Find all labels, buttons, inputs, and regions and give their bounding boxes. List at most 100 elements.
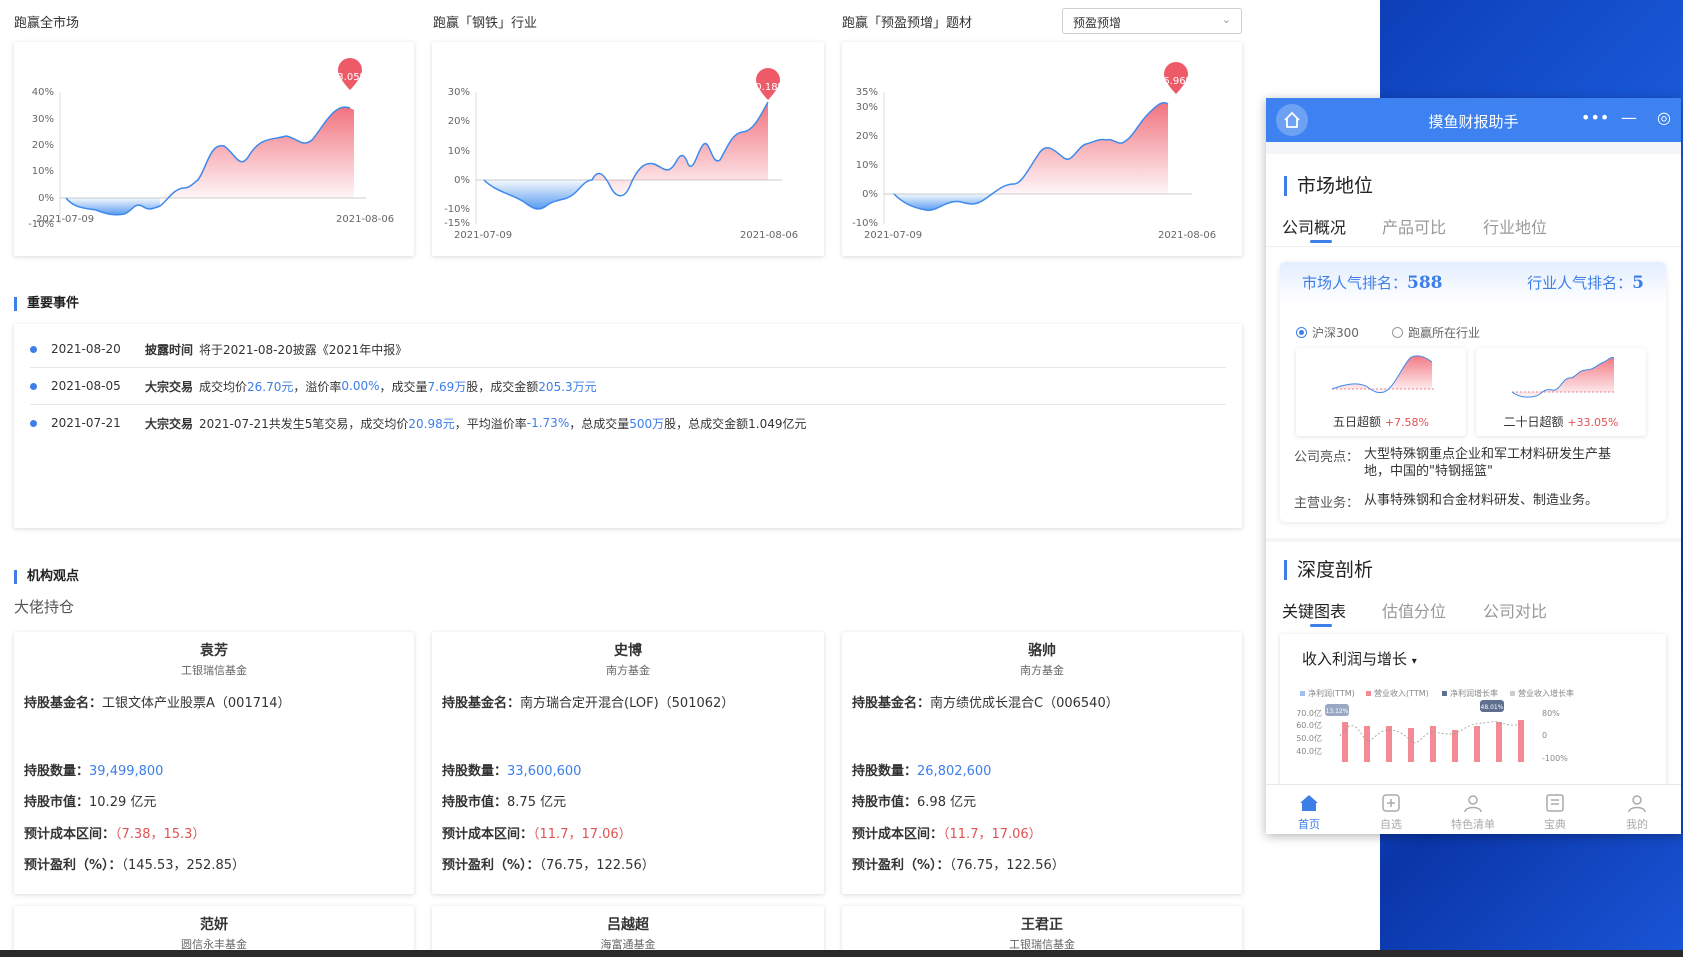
holder-name: 王君正 bbox=[1021, 917, 1063, 933]
field-label: 持股市值： bbox=[442, 795, 508, 810]
more-button[interactable]: ••• bbox=[1581, 108, 1610, 132]
field-label: 预计成本区间： bbox=[24, 827, 116, 842]
nav-home[interactable]: 首页 bbox=[1274, 791, 1344, 832]
event-value: -1.73% bbox=[526, 416, 570, 430]
bar bbox=[1518, 720, 1524, 762]
y-tick: 20% bbox=[32, 140, 54, 151]
bar bbox=[1364, 726, 1370, 762]
y-tick: 40% bbox=[32, 87, 54, 98]
market-heading: 市场地位 bbox=[1284, 176, 1373, 196]
nav-watchlist[interactable]: 自选 bbox=[1356, 791, 1426, 832]
tab-valuation[interactable]: 估值分位 bbox=[1382, 598, 1446, 622]
highlight-label: 公司亮点： bbox=[1294, 450, 1360, 465]
nav-special-list[interactable]: 特色清单 bbox=[1438, 791, 1508, 832]
event-text: ，总成交量 bbox=[569, 416, 630, 431]
holder-value: 6.98 亿元 bbox=[917, 795, 977, 810]
institutions-heading: 机构观点 bbox=[14, 570, 79, 584]
tab-product-compare[interactable]: 产品可比 bbox=[1382, 214, 1446, 238]
area bbox=[1512, 357, 1614, 398]
holder-name: 骆帅 bbox=[1028, 643, 1056, 659]
nav-label: 自选 bbox=[1380, 818, 1402, 831]
y-tick: 0% bbox=[454, 175, 470, 186]
y-tick: 70.0亿 bbox=[1296, 708, 1322, 718]
more-icon: ••• bbox=[1581, 108, 1610, 127]
profile-icon bbox=[1602, 791, 1672, 815]
event-row[interactable]: 2021-08-20 披露时间 将于2021-08-20披露《2021年中报》 bbox=[30, 332, 1226, 366]
market-rank-value: 588 bbox=[1407, 273, 1443, 293]
legend-item: 净利润增长率 bbox=[1442, 688, 1498, 699]
target-icon: ◎ bbox=[1657, 108, 1671, 127]
event-row[interactable]: 2021-08-05 大宗交易 成交均价 26.70元 ，溢价率 0.00% ，成交量 7… bbox=[30, 369, 1226, 403]
y-tick: 0% bbox=[38, 193, 54, 204]
key-chart-svg: 70.0亿 60.0亿 50.0亿 40.0亿 80% 0 -100% 13.1… bbox=[1296, 700, 1568, 763]
tab-company-compare[interactable]: 公司对比 bbox=[1483, 598, 1547, 622]
event-value: 20.98元 bbox=[408, 416, 455, 431]
minimize-icon: — bbox=[1621, 108, 1637, 127]
nav-guide[interactable]: 宝典 bbox=[1520, 791, 1590, 832]
holder-fund: 南方绩优成长混合C（006540） bbox=[930, 696, 1119, 711]
holder-card: 骆帅 南方基金 持股基金名：南方绩优成长混合C（006540） 持股数量：26,… bbox=[842, 632, 1242, 894]
bullet-icon bbox=[30, 382, 37, 390]
holder-profit: （76.75，122.56） bbox=[539, 858, 655, 873]
bar bbox=[1408, 728, 1414, 762]
legend-label: 营业收入增长率 bbox=[1518, 689, 1574, 698]
event-text: 股，成交金额 bbox=[466, 379, 539, 394]
event-type: 大宗交易 bbox=[145, 379, 194, 394]
events-heading: 重要事件 bbox=[14, 297, 79, 311]
field-label: 预计盈利（%）： bbox=[24, 858, 122, 873]
holder-name: 袁芳 bbox=[200, 643, 228, 659]
event-text: 成交均价 bbox=[199, 379, 248, 394]
bottom-nav: 首页 自选 特色清单 宝典 我的 bbox=[1266, 784, 1681, 834]
holder-value: 8.75 亿元 bbox=[507, 795, 567, 810]
tab-industry-position[interactable]: 行业地位 bbox=[1483, 214, 1547, 238]
taskbar-edge bbox=[0, 950, 1683, 957]
y-tick: 60.0亿 bbox=[1296, 720, 1322, 730]
legend-swatch bbox=[1510, 691, 1515, 696]
tooltip-value: 48.01% bbox=[1481, 704, 1504, 711]
event-row[interactable]: 2021-07-21 大宗交易 2021-07-21共发生5笔交易，成交均价 20… bbox=[30, 406, 1226, 440]
mini-chart-20d[interactable]: 二十日超额 +33.05% bbox=[1476, 348, 1646, 436]
caret-down-icon: ▾ bbox=[1411, 656, 1417, 667]
y-tick: 10% bbox=[448, 146, 470, 157]
tab-key-charts[interactable]: 关键图表 bbox=[1282, 598, 1346, 622]
tab-indicator bbox=[1310, 624, 1332, 627]
radio-checked-icon bbox=[1296, 327, 1307, 338]
app-titlebar: 摸鱼财报助手 ••• — ◎ bbox=[1266, 98, 1681, 142]
nav-label: 我的 bbox=[1626, 818, 1648, 831]
market-rank: 市场人气排名：588 bbox=[1302, 272, 1443, 293]
mini-label-text: 二十日超额 bbox=[1503, 415, 1564, 429]
field-label: 持股基金名： bbox=[852, 696, 931, 711]
peak-label: 33.05% bbox=[331, 72, 369, 83]
nav-label: 首页 bbox=[1298, 818, 1320, 831]
event-value: 0.00% bbox=[341, 379, 380, 393]
x-tick-start: 2021-07-09 bbox=[36, 214, 94, 225]
peak-label: 30.18% bbox=[749, 82, 787, 93]
chart-selector[interactable]: 收入利润与增长 ▾ bbox=[1302, 648, 1417, 669]
chart-selector-label: 收入利润与增长 bbox=[1302, 650, 1408, 668]
y2-tick: -100% bbox=[1542, 754, 1568, 763]
tab-company-overview[interactable]: 公司概况 bbox=[1282, 214, 1346, 238]
mini-chart-5d[interactable]: 五日超额 +7.58% bbox=[1296, 348, 1466, 436]
y-tick: 20% bbox=[856, 131, 878, 142]
radio-hs300[interactable]: 沪深300 bbox=[1296, 324, 1359, 341]
field-label: 持股基金名： bbox=[24, 696, 103, 711]
event-type: 大宗交易 bbox=[145, 416, 194, 431]
bar bbox=[1474, 726, 1480, 762]
minimize-button[interactable]: — bbox=[1616, 108, 1642, 132]
bar bbox=[1342, 722, 1348, 762]
book-icon bbox=[1520, 791, 1590, 815]
negative-area bbox=[484, 180, 592, 209]
bullet-icon bbox=[30, 345, 37, 353]
event-value: 26.70元 bbox=[247, 379, 294, 394]
radio-industry[interactable]: 跑赢所在行业 bbox=[1392, 324, 1480, 341]
main-panel: 跑赢全市场 跑赢「钢铁」行业 跑赢「预盈预增」题材 预盈预增 ⌄ 40% 30%… bbox=[0, 0, 1380, 957]
holder-company: 工银瑞信基金 bbox=[181, 664, 247, 677]
theme-select[interactable]: 预盈预增 ⌄ bbox=[1062, 8, 1242, 34]
highlight-text: 大型特殊钢重点企业和军工材料研发生产基地，中国的"特钢摇篮" bbox=[1364, 447, 1612, 479]
y-tick: 35% bbox=[856, 87, 878, 98]
nav-profile[interactable]: 我的 bbox=[1602, 791, 1672, 832]
close-button[interactable]: ◎ bbox=[1651, 108, 1677, 132]
chart-svg-market: 40% 30% 20% 10% 0% -10% 33.05% 2021-07-0… bbox=[28, 58, 394, 230]
mini-chart-svg bbox=[1331, 355, 1436, 393]
event-text: ，溢价率 bbox=[293, 379, 342, 394]
